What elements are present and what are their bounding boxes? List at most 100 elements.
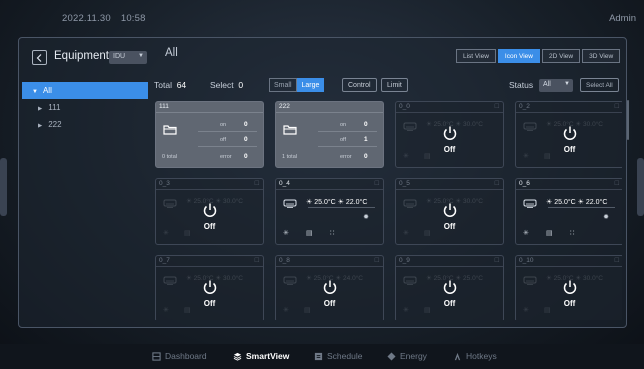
thermometer-icon: ☀ <box>306 275 312 282</box>
left-drawer-handle[interactable] <box>0 158 7 216</box>
on-count: 0 <box>364 121 368 128</box>
thermometer-icon: ☀ <box>306 199 313 206</box>
device-name: 0_6 <box>519 180 530 187</box>
device-name: 0_7 <box>159 257 170 264</box>
card-divider <box>396 266 503 267</box>
card-divider <box>156 266 263 267</box>
power-icon[interactable] <box>202 279 218 295</box>
lock-icon: □ <box>494 180 499 187</box>
fan-icon: ✳ <box>163 307 169 314</box>
device-name: 0_3 <box>159 180 170 187</box>
status-text: Off <box>563 299 576 308</box>
thermometer-icon: ☀ <box>426 121 432 128</box>
swing-icon: ▤ <box>544 153 551 160</box>
tree-item-111[interactable]: ▶ 111 <box>22 99 148 116</box>
tree-item-all[interactable]: ▼ All <box>22 82 148 99</box>
temperature-readout: ☀ 25.0°C ☀ 22.0°C <box>306 198 367 206</box>
nav-label: SmartView <box>246 351 290 361</box>
bottom-nav: Dashboard SmartView Schedule Energy Hotk… <box>0 344 644 369</box>
limit-button[interactable]: Limit <box>381 78 408 92</box>
indoor-unit-icon <box>283 199 297 208</box>
date-text: 2022.11.30 <box>62 13 111 24</box>
tree-item-222[interactable]: ▶ 222 <box>22 116 148 133</box>
thermometer-icon: ☀ <box>186 198 192 205</box>
power-icon[interactable] <box>202 202 218 218</box>
nav-label: Energy <box>400 351 427 361</box>
device-name: 0_0 <box>399 103 410 110</box>
right-drawer-handle[interactable] <box>637 158 644 216</box>
nav-schedule[interactable]: Schedule <box>314 351 362 361</box>
device-name: 0_2 <box>519 103 530 110</box>
indoor-unit-icon <box>283 276 297 285</box>
thermometer-icon: ☀ <box>337 199 344 206</box>
power-icon[interactable] <box>442 279 458 295</box>
select-value: 0 <box>238 80 244 90</box>
caret-down-icon: ▼ <box>564 81 570 87</box>
room-temp: 25.0°C <box>554 199 576 206</box>
device-card[interactable]: 0_9 □ ☀ 25.0°C ☀ 25.0°C Off ✳ ▤ <box>395 255 504 320</box>
row-divider <box>318 131 377 132</box>
tab-icon-view[interactable]: Icon View <box>497 49 540 63</box>
size-large-button[interactable]: Large <box>296 78 325 92</box>
power-icon[interactable] <box>442 125 458 141</box>
nav-dashboard[interactable]: Dashboard <box>152 351 207 361</box>
lock-icon: □ <box>374 180 379 187</box>
power-icon[interactable] <box>322 279 338 295</box>
energy-icon <box>387 351 396 361</box>
tree-item-label: 111 <box>48 103 61 112</box>
device-type-select[interactable]: IDU ▼ <box>109 51 147 64</box>
status-text: Off <box>443 145 456 154</box>
device-card[interactable]: 0_2 □ ☀ 25.0°C ☀ 30.0°C Off ✳ ▤ <box>515 101 622 168</box>
card-divider <box>516 266 622 267</box>
caret-right-icon: ▶ <box>38 123 43 129</box>
device-card[interactable]: 0_6 □ ☀ 25.0°C ☀ 22.0°C ✹ ✳ ▤ ∷ <box>515 178 622 245</box>
status-select[interactable]: All ▼ <box>539 79 573 92</box>
nav-energy[interactable]: Energy <box>387 351 427 361</box>
thermometer-icon: ☀ <box>186 275 192 282</box>
fan-icon: ✳ <box>523 153 529 160</box>
card-divider <box>276 266 383 267</box>
swing-icon: ▤ <box>304 307 311 314</box>
fan-icon: ✳ <box>283 230 289 237</box>
control-button[interactable]: Control <box>342 78 377 92</box>
card-divider <box>276 189 383 190</box>
device-name: 0_10 <box>519 257 534 264</box>
group-card[interactable]: 222 on 0 off 1 error 0 1 total <box>275 101 384 168</box>
power-icon[interactable] <box>562 279 578 295</box>
nav-label: Schedule <box>327 351 363 361</box>
swing-icon: ▤ <box>424 307 431 314</box>
device-card[interactable]: 0_5 □ ☀ 25.0°C ☀ 30.0°C Off ✳ ▤ <box>395 178 504 245</box>
device-card[interactable]: 0_10 □ ☀ 25.0°C ☀ 30.0°C Off ✳ ▤ <box>515 255 622 320</box>
set-temp: 22.0°C <box>345 199 368 206</box>
scrollbar[interactable] <box>627 100 629 140</box>
dashboard-icon <box>152 351 161 361</box>
device-card[interactable]: 0_3 □ ☀ 25.0°C ☀ 30.0°C Off ✳ ▤ <box>155 178 264 245</box>
device-card[interactable]: 0_4 □ ☀ 25.0°C ☀ 22.0°C ✹ ✳ ▤ ∷ <box>275 178 384 245</box>
nav-smartview[interactable]: SmartView <box>233 351 289 361</box>
row-divider <box>198 131 257 132</box>
card-divider <box>156 112 263 113</box>
fan-icon: ✳ <box>403 153 409 160</box>
tab-3d-view[interactable]: 3D View <box>582 49 621 63</box>
set-temp: 24.0°C <box>343 275 363 282</box>
device-card[interactable]: 0_8 □ ☀ 25.0°C ☀ 24.0°C Off ✳ ▤ <box>275 255 384 320</box>
select-all-button[interactable]: Select All <box>580 78 619 92</box>
power-icon[interactable] <box>442 202 458 218</box>
thermometer-icon: ☀ <box>546 275 552 282</box>
set-temp: 30.0°C <box>223 275 243 282</box>
device-card[interactable]: 0_7 □ ☀ 25.0°C ☀ 30.0°C Off ✳ ▤ <box>155 255 264 320</box>
group-card[interactable]: 111 on 0 off 0 error 0 0 total <box>155 101 264 168</box>
user-name[interactable]: Admin <box>609 13 636 24</box>
nav-hotkeys[interactable]: Hotkeys <box>453 351 497 361</box>
caret-down-icon: ▼ <box>32 89 38 95</box>
device-card[interactable]: 0_0 □ ☀ 25.0°C ☀ 30.0°C Off ✳ ▤ <box>395 101 504 168</box>
device-name: 0_8 <box>279 257 290 264</box>
tab-list-view[interactable]: List View <box>456 49 496 63</box>
view-tabs: List View Icon View 2D View 3D View <box>456 49 621 63</box>
tab-2d-view[interactable]: 2D View <box>541 49 581 63</box>
error-label: error <box>340 154 352 160</box>
indoor-unit-icon <box>403 199 417 208</box>
back-button[interactable] <box>32 50 47 65</box>
size-small-button[interactable]: Small <box>269 78 297 92</box>
power-icon[interactable] <box>562 125 578 141</box>
